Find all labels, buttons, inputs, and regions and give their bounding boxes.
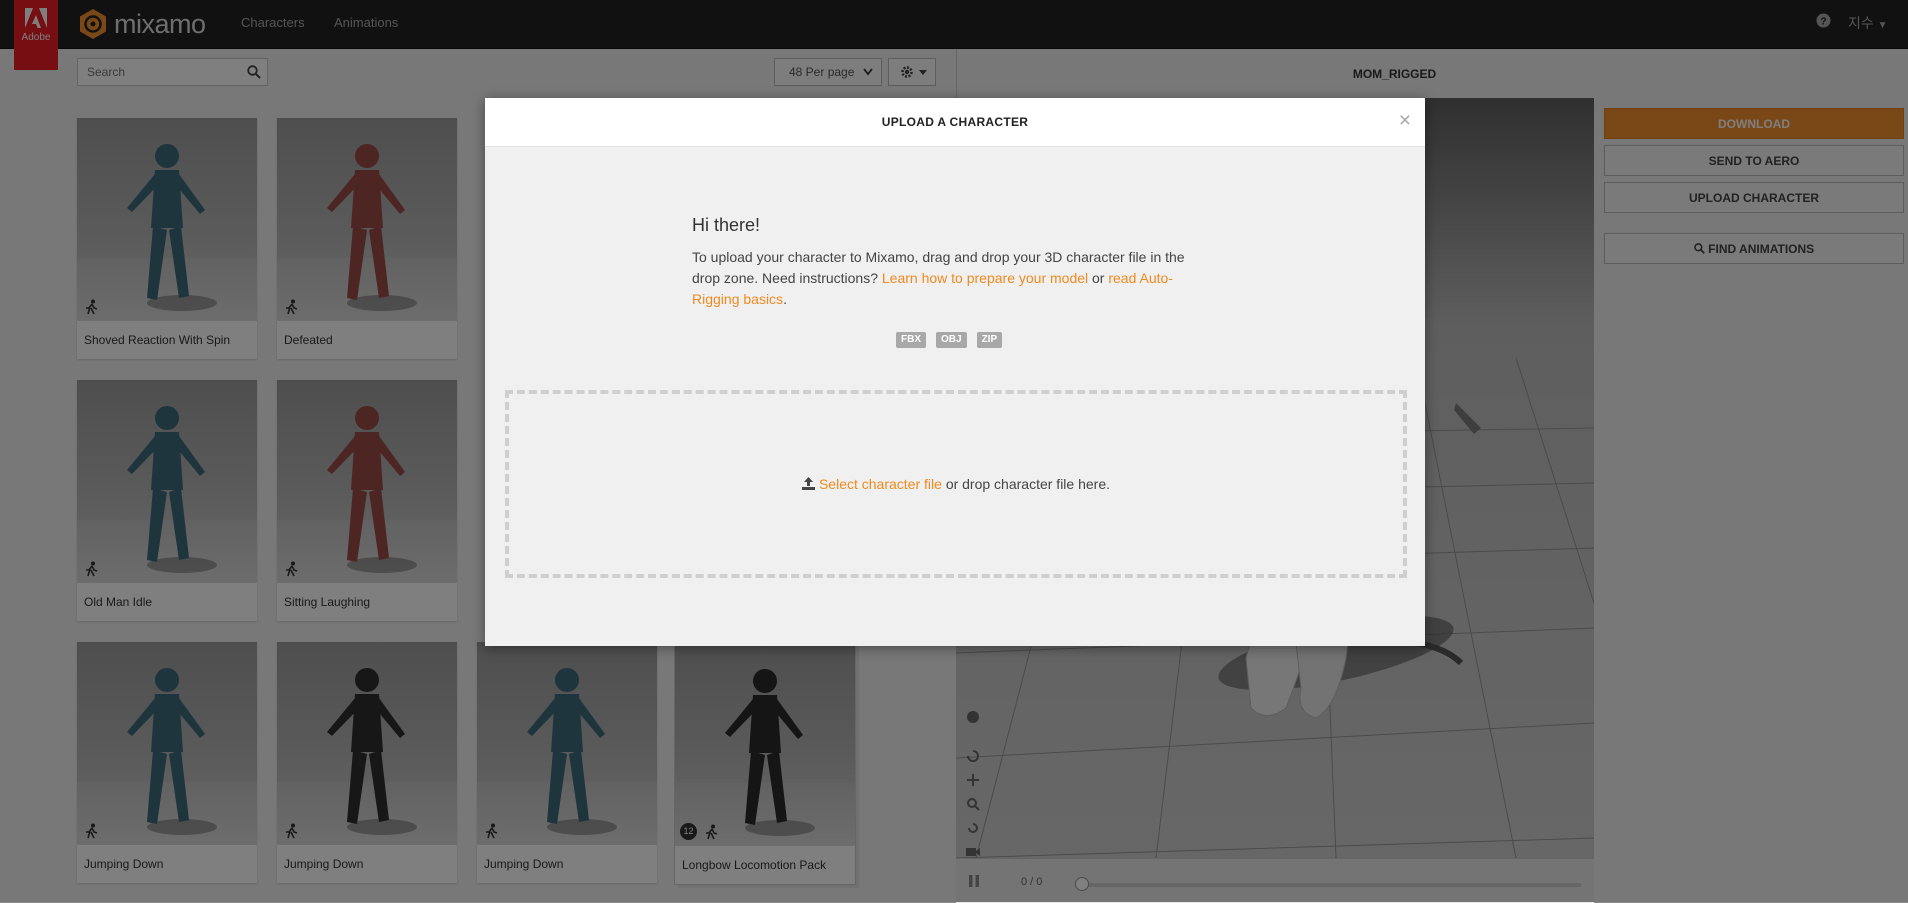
modal-title: UPLOAD A CHARACTER — [881, 115, 1029, 129]
drop-zone[interactable]: Select character file or drop character … — [505, 390, 1407, 578]
drop-hint: or drop character file here. — [945, 476, 1111, 492]
format-badge-zip: ZIP — [976, 332, 1003, 348]
upload-icon — [801, 477, 815, 490]
select-file-link[interactable]: Select character file — [819, 476, 942, 492]
format-badge-fbx: FBX — [896, 332, 926, 348]
close-icon[interactable]: × — [1399, 110, 1411, 131]
prepare-model-link[interactable]: Learn how to prepare your model — [882, 270, 1088, 286]
format-badge-obj: OBJ — [936, 332, 967, 348]
modal-header: UPLOAD A CHARACTER × — [485, 98, 1425, 147]
drop-text: Select character file or drop character … — [509, 476, 1403, 492]
greeting: Hi there! — [692, 215, 761, 235]
instructions: To upload your character to Mixamo, drag… — [692, 249, 1185, 307]
or-text: or — [1092, 270, 1105, 286]
upload-character-modal: UPLOAD A CHARACTER × Hi there! To upload… — [485, 98, 1425, 646]
format-badges: FBX OBJ ZIP — [896, 332, 1012, 348]
